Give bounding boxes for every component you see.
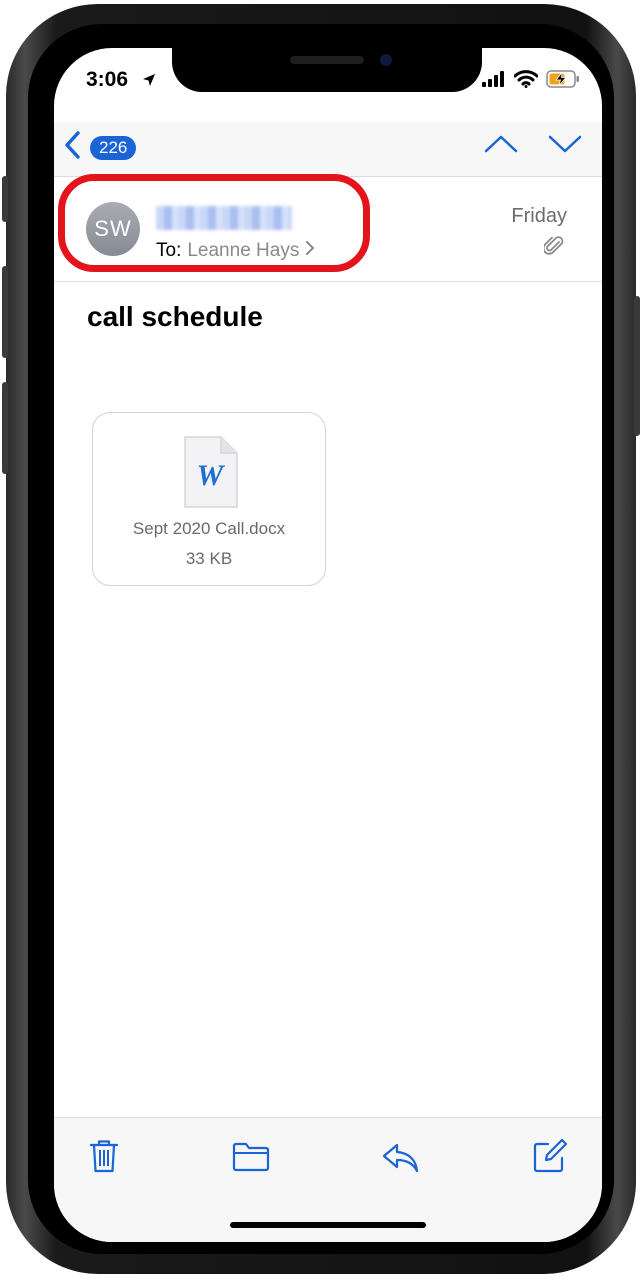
location-arrow-icon — [142, 73, 156, 92]
trash-button[interactable] — [88, 1138, 120, 1179]
battery-charging-icon — [546, 70, 580, 93]
power-button — [634, 296, 640, 436]
word-document-icon: W — [183, 435, 239, 514]
trash-icon — [89, 1140, 119, 1173]
speaker-grille — [290, 56, 364, 64]
folder-icon — [232, 1142, 270, 1172]
message-count-badge: 226 — [90, 135, 137, 160]
message-date: Friday — [511, 205, 567, 227]
attachment-file-size: 33 KB — [185, 549, 233, 568]
previous-message-button[interactable] — [484, 134, 518, 159]
next-message-button[interactable] — [548, 134, 582, 159]
back-button[interactable]: 226 — [64, 130, 137, 165]
front-camera — [380, 54, 392, 66]
volume-down-button — [2, 382, 8, 474]
highlight-annotation — [58, 174, 370, 272]
compose-button[interactable] — [532, 1138, 568, 1179]
header-divider — [54, 281, 602, 282]
wifi-icon — [513, 70, 539, 93]
compose-icon — [533, 1138, 568, 1173]
home-indicator[interactable] — [230, 1222, 426, 1228]
attachment-file-name: Sept 2020 Call.docx — [132, 519, 286, 538]
reply-icon — [382, 1143, 419, 1173]
signal-bars-icon — [482, 71, 506, 92]
word-letter: W — [197, 459, 226, 492]
attachment-tile[interactable]: W Sept 2020 Call.docx 33 KB — [92, 412, 326, 586]
message-subject: call schedule — [87, 301, 263, 332]
mail-nav-bar: 226 — [54, 122, 602, 176]
paperclip-icon — [542, 235, 564, 262]
notch — [172, 48, 482, 92]
phone-frame: 3:06 226 SW To: Leanne Hays Friday call … — [2, 4, 640, 1274]
move-to-folder-button[interactable] — [232, 1142, 270, 1177]
chevron-left-icon — [64, 130, 82, 165]
status-time: 3:06 — [86, 68, 129, 91]
volume-up-button — [2, 266, 8, 358]
screen: 3:06 226 SW To: Leanne Hays Friday call … — [54, 48, 602, 1242]
reply-button[interactable] — [382, 1142, 420, 1179]
status-icons — [482, 70, 580, 93]
silent-switch — [2, 176, 8, 222]
